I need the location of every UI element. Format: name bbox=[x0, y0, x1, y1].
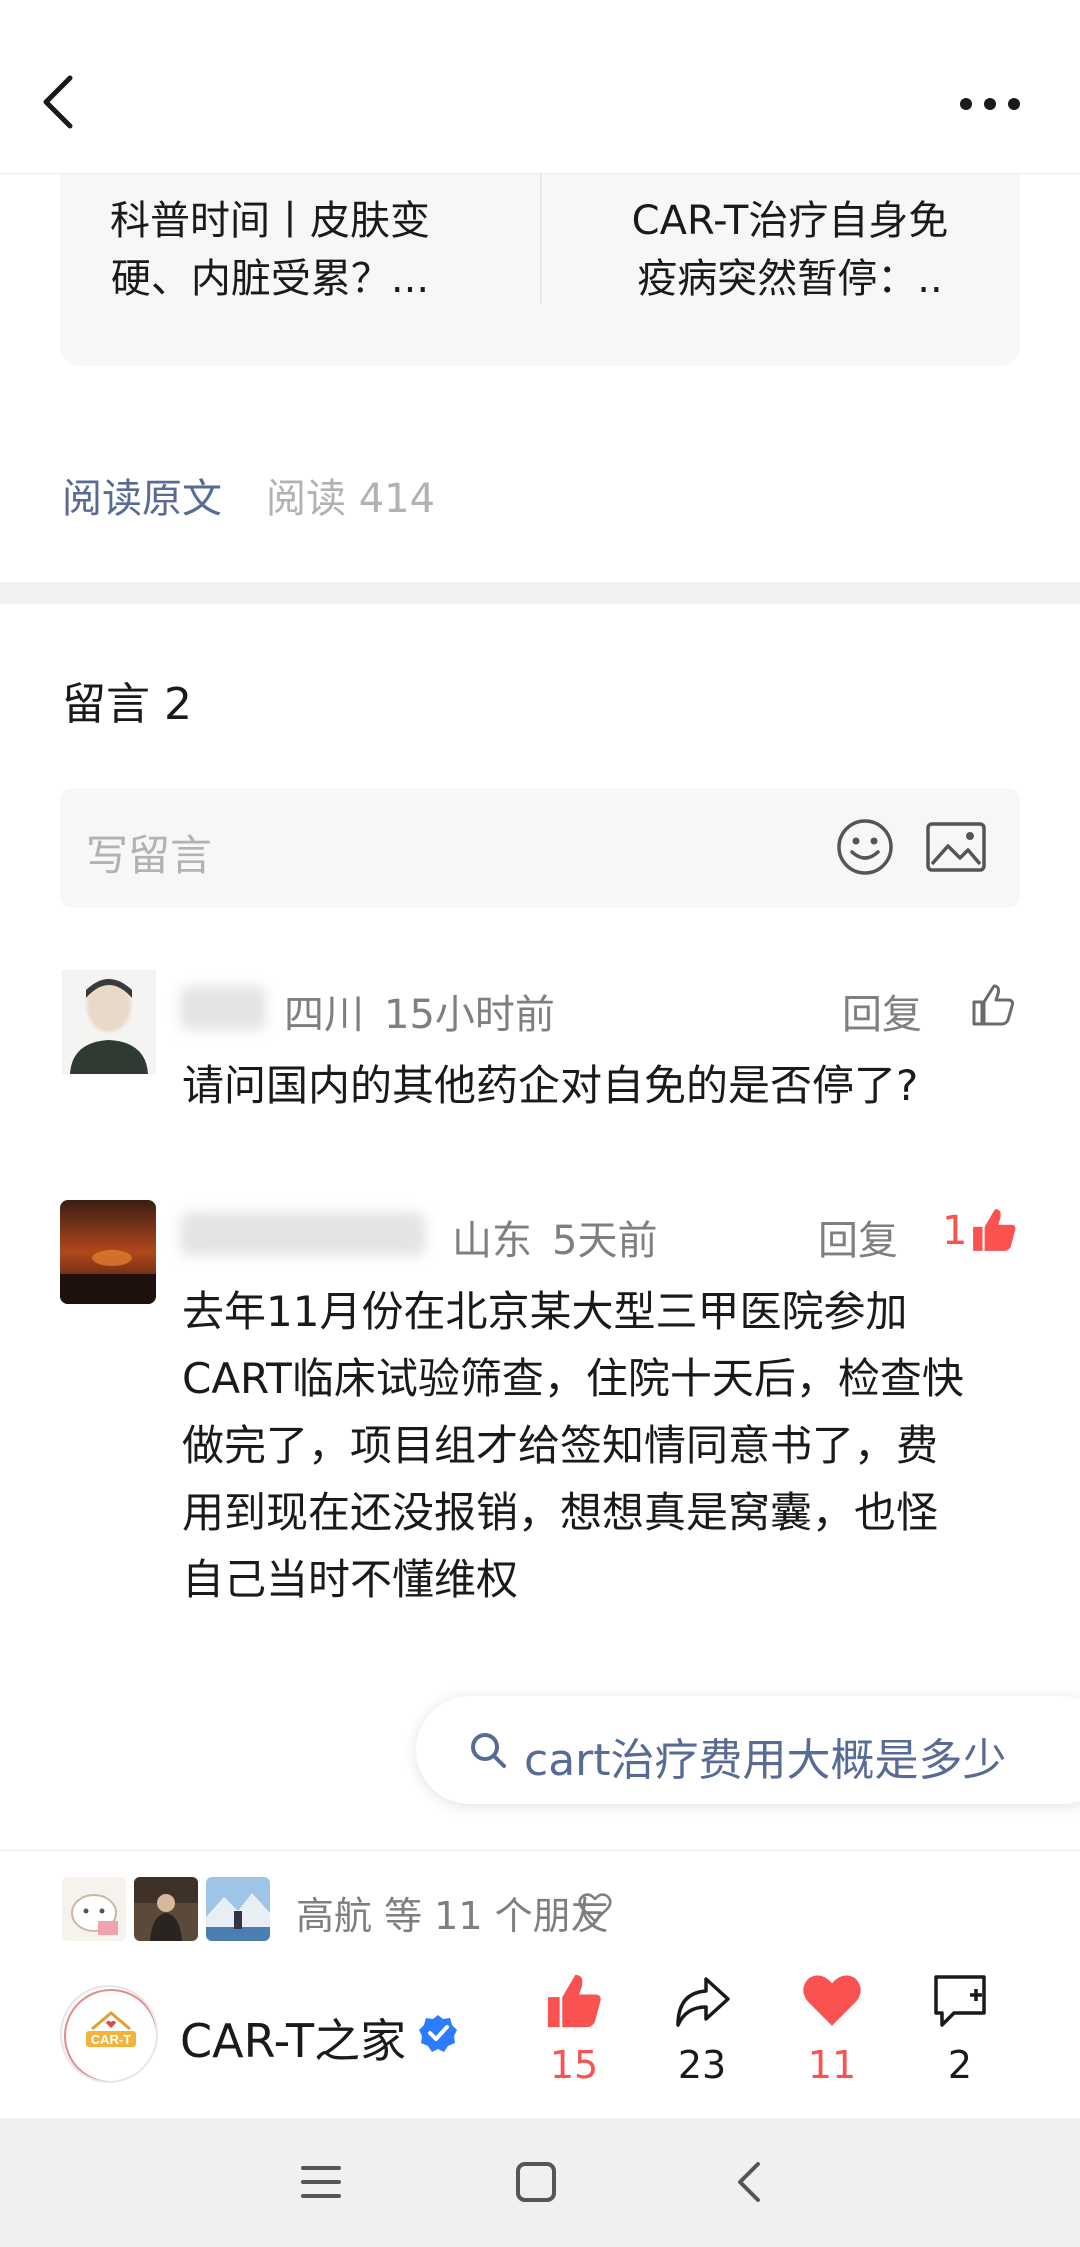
bottom-action-area: 高航 等 11 个朋友 CAR-T CAR-T之家 15 23 11 2 bbox=[0, 1850, 1080, 2118]
comment-time: 15小时前 bbox=[384, 992, 555, 1038]
read-original-link[interactable]: 阅读原文 bbox=[62, 466, 222, 524]
like-count: 15 bbox=[549, 2043, 599, 2087]
comment-location: 山东 bbox=[452, 1218, 532, 1264]
related-article-title-line: CAR-T治疗自身免 bbox=[631, 198, 949, 244]
verified-icon bbox=[419, 2015, 457, 2052]
more-dot-icon bbox=[984, 98, 996, 110]
comment-count: 2 bbox=[947, 2043, 973, 2087]
more-button[interactable] bbox=[960, 82, 1030, 122]
share-action[interactable]: 23 bbox=[652, 1971, 752, 2087]
friend-avatar bbox=[62, 1877, 126, 1941]
friend-avatar bbox=[134, 1877, 198, 1941]
friend-avatar bbox=[206, 1877, 270, 1941]
search-suggestion-text: cart治疗费用大概是多少 bbox=[524, 1735, 1007, 1786]
account-logo-image: CAR-T bbox=[64, 1989, 156, 2081]
avatar-image bbox=[62, 970, 156, 1074]
related-articles: 科普时间丨皮肤变 硬、内脏受累？... CAR-T治疗自身免 疫病突然暂停：.. bbox=[60, 174, 1020, 366]
comment-text-line: 做完了，项目组才给签知情同意书了，费 bbox=[182, 1421, 939, 1470]
share-count: 23 bbox=[677, 2043, 727, 2087]
related-article-title-line: 硬、内脏受累？... bbox=[110, 256, 430, 302]
account-name[interactable]: CAR-T之家 bbox=[180, 2005, 406, 2071]
comment-input[interactable]: 写留言 bbox=[60, 788, 1020, 908]
commenter-name bbox=[180, 986, 266, 1030]
reply-button[interactable]: 回复 bbox=[842, 982, 922, 1040]
heart-outline-icon bbox=[578, 1893, 612, 1923]
more-dot-icon bbox=[1008, 98, 1020, 110]
search-icon bbox=[471, 1733, 506, 1768]
avatar[interactable] bbox=[62, 970, 156, 1074]
reply-button[interactable]: 回复 bbox=[818, 1208, 898, 1266]
more-dot-icon bbox=[960, 98, 972, 110]
comment-placeholder: 写留言 bbox=[86, 831, 213, 880]
chevron-left-icon bbox=[43, 75, 73, 129]
related-article-title-line: 科普时间丨皮肤变 bbox=[110, 198, 430, 244]
like-count: 1 bbox=[942, 1208, 968, 1254]
comment-time: 5天前 bbox=[552, 1218, 658, 1264]
read-count: 阅读 414 bbox=[266, 476, 436, 522]
account-logo[interactable]: CAR-T bbox=[60, 1985, 158, 2083]
system-navigation-bar bbox=[0, 2118, 1080, 2247]
comment-text-line: 用到现在还没报销，想想真是窝囊，也怪 bbox=[182, 1488, 939, 1537]
comment-action[interactable]: 2 bbox=[910, 1971, 1010, 2087]
avatar[interactable] bbox=[60, 1200, 156, 1304]
commenter-name bbox=[180, 1212, 426, 1256]
share-icon bbox=[676, 1977, 730, 2027]
comment-location: 四川 bbox=[284, 992, 364, 1038]
comment-text: 去年11月份在北京某大型三甲医院参加 CART临床试验筛查，住院十天后，检查快 … bbox=[182, 1278, 964, 1613]
back-button[interactable] bbox=[36, 70, 86, 134]
comment-text-line: CART临床试验筛查，住院十天后，检查快 bbox=[182, 1354, 964, 1403]
comment-text-line: 去年11月份在北京某大型三甲医院参加 bbox=[182, 1287, 908, 1336]
divider bbox=[540, 174, 542, 304]
section-divider bbox=[0, 582, 1080, 604]
image-icon[interactable] bbox=[926, 822, 986, 872]
home-icon[interactable] bbox=[514, 2160, 558, 2204]
comment-text-line: 自己当时不懂维权 bbox=[182, 1555, 519, 1604]
like-button[interactable] bbox=[970, 1206, 1018, 1254]
friends-liked-text[interactable]: 高航 等 11 个朋友 bbox=[296, 1885, 609, 1940]
like-button[interactable] bbox=[970, 982, 1016, 1028]
related-article-card[interactable]: CAR-T治疗自身免 疫病突然暂停：.. bbox=[580, 192, 1000, 308]
like-action[interactable]: 15 bbox=[524, 1971, 624, 2087]
comment-add-icon bbox=[934, 1975, 986, 2027]
thumbs-up-filled-icon bbox=[547, 1974, 601, 2028]
avatar-image bbox=[60, 1200, 156, 1304]
comment-text: 请问国内的其他药企对自免的是否停了? bbox=[182, 1061, 919, 1110]
emoji-icon[interactable] bbox=[836, 818, 894, 876]
related-article-title-line: 疫病突然暂停：.. bbox=[637, 256, 943, 302]
favorite-count: 11 bbox=[807, 2043, 857, 2087]
heart-filled-icon bbox=[803, 1975, 861, 2026]
account-logo-text: CAR-T bbox=[91, 2032, 131, 2047]
top-bar bbox=[0, 0, 1080, 174]
menu-icon[interactable] bbox=[300, 2162, 342, 2202]
favorite-action[interactable]: 11 bbox=[782, 1971, 882, 2087]
thumbs-up-icon bbox=[972, 984, 1014, 1026]
related-article-card[interactable]: 科普时间丨皮肤变 硬、内脏受累？... bbox=[60, 192, 480, 308]
nav-back-icon[interactable] bbox=[734, 2160, 764, 2204]
comments-title: 留言 2 bbox=[62, 679, 192, 730]
thumbs-up-filled-icon bbox=[973, 1209, 1016, 1251]
search-suggestion-pill[interactable]: cart治疗费用大概是多少 bbox=[416, 1696, 1080, 1804]
